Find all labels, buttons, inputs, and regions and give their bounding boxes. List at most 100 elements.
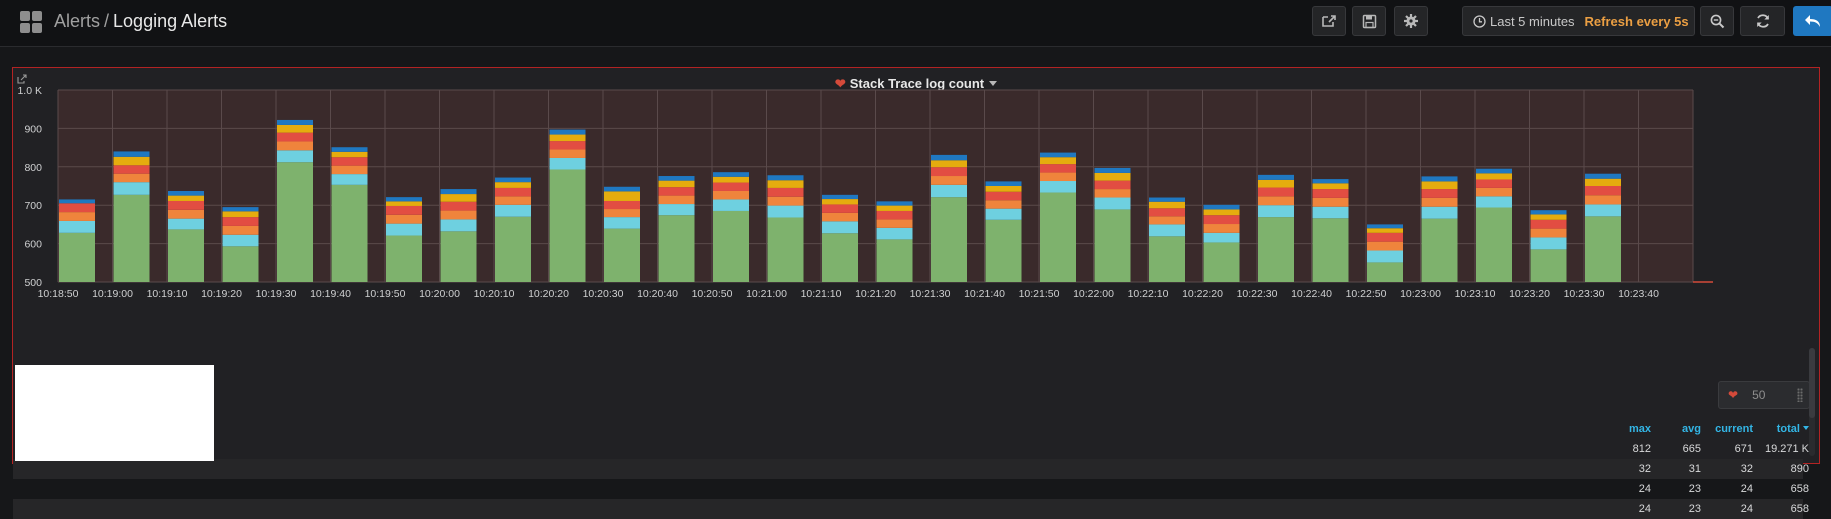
bar-segment bbox=[440, 219, 477, 232]
bar-segment bbox=[1149, 236, 1185, 282]
bar-segment bbox=[1530, 219, 1567, 229]
bar-segment bbox=[440, 189, 477, 195]
bar-segment bbox=[331, 147, 368, 152]
bar-segment bbox=[168, 229, 204, 282]
alert-threshold-handle[interactable]: ❤ 50 bbox=[1718, 381, 1810, 409]
x-tick-label: 10:23:30 bbox=[1564, 288, 1605, 300]
bar-segment bbox=[1312, 218, 1349, 282]
legend-header-total[interactable]: total bbox=[1753, 423, 1809, 437]
refresh-button[interactable] bbox=[1740, 6, 1785, 36]
bar-segment bbox=[495, 204, 531, 217]
x-tick-label: 10:19:20 bbox=[201, 288, 242, 300]
breadcrumb-folder[interactable]: Alerts bbox=[54, 11, 100, 31]
bar-segment bbox=[1149, 216, 1185, 225]
breadcrumb-separator: / bbox=[104, 11, 110, 31]
bar-segment bbox=[1040, 152, 1076, 158]
bar-segment bbox=[876, 239, 913, 282]
legend-current: 24 bbox=[1740, 503, 1753, 515]
legend-row[interactable]: 24 23 24 658 bbox=[13, 499, 1809, 519]
share-button[interactable] bbox=[1312, 6, 1346, 36]
bar-segment bbox=[1203, 215, 1240, 225]
bar-segment bbox=[1149, 208, 1185, 217]
bar-segment bbox=[1585, 204, 1621, 217]
bar-segment bbox=[767, 187, 804, 197]
bar-segment bbox=[1476, 196, 1512, 208]
legend-series-names-redacted bbox=[15, 365, 214, 461]
bar-segment bbox=[495, 177, 531, 183]
legend-avg: 665 bbox=[1682, 443, 1701, 455]
alert-heart-icon: ❤ bbox=[1728, 388, 1739, 402]
zoom-out-button[interactable] bbox=[1700, 6, 1734, 36]
bar-segment bbox=[985, 219, 1022, 282]
bar-segment bbox=[985, 200, 1022, 209]
bar-segment bbox=[1149, 224, 1185, 237]
save-icon bbox=[1362, 14, 1376, 28]
bar-segment bbox=[1367, 232, 1403, 242]
bar-segment bbox=[876, 219, 913, 228]
bar-segment bbox=[1094, 167, 1131, 173]
bar-segment bbox=[168, 200, 204, 210]
bar-segment bbox=[59, 212, 95, 221]
bar-segment bbox=[658, 187, 695, 196]
time-picker-button[interactable]: Last 5 minutes Refresh every 5s bbox=[1462, 6, 1695, 36]
legend-total: 658 bbox=[1790, 503, 1809, 515]
bar-segment bbox=[277, 150, 313, 163]
bar-segment bbox=[113, 156, 150, 166]
bar-segment bbox=[1585, 186, 1621, 196]
bar-segment bbox=[931, 176, 967, 185]
bar-segment bbox=[1367, 262, 1403, 282]
dashboard-menu-icon[interactable] bbox=[20, 11, 42, 33]
save-button[interactable] bbox=[1352, 6, 1386, 36]
bar-segment bbox=[549, 129, 586, 135]
legend-row[interactable]: 24 23 24 658 bbox=[13, 479, 1809, 499]
bar-segment bbox=[931, 167, 967, 177]
legend-avg: 23 bbox=[1688, 503, 1701, 515]
y-tick-label: 600 bbox=[24, 239, 42, 251]
bar-segment bbox=[1367, 228, 1403, 233]
time-range-label: Last 5 minutes bbox=[1490, 13, 1575, 29]
legend-avg: 31 bbox=[1688, 463, 1701, 475]
legend-header-current[interactable]: current bbox=[1703, 423, 1753, 437]
bar-segment bbox=[331, 151, 368, 158]
bar-segment bbox=[1421, 181, 1458, 190]
bar-segment bbox=[1476, 168, 1512, 174]
bar-segment bbox=[876, 210, 913, 220]
bar-segment bbox=[549, 134, 586, 142]
settings-button[interactable] bbox=[1394, 6, 1428, 36]
bar-segment bbox=[931, 197, 967, 282]
bar-segment bbox=[495, 216, 531, 282]
bar-segment bbox=[168, 195, 204, 201]
refresh-interval-label: Refresh every 5s bbox=[1584, 13, 1689, 29]
bar-segment bbox=[822, 199, 858, 205]
dashboard-title[interactable]: Logging Alerts bbox=[113, 11, 227, 31]
legend-total: 658 bbox=[1790, 483, 1809, 495]
bar-segment bbox=[985, 186, 1022, 192]
bar-segment bbox=[113, 173, 150, 183]
bar-segment bbox=[1149, 201, 1185, 209]
x-tick-label: 10:23:10 bbox=[1455, 288, 1496, 300]
bar-segment bbox=[331, 174, 368, 185]
bar-segment bbox=[549, 149, 586, 158]
bar-segment bbox=[168, 218, 204, 230]
bar-segment bbox=[1040, 157, 1076, 165]
x-tick-label: 10:21:00 bbox=[746, 288, 787, 300]
legend-header-max[interactable]: max bbox=[1603, 423, 1651, 437]
bar-segment bbox=[1367, 241, 1403, 251]
bar-segment bbox=[604, 228, 640, 282]
legend-max: 32 bbox=[1638, 463, 1651, 475]
legend-row[interactable]: 32 31 32 890 bbox=[13, 459, 1809, 479]
back-to-dashboard-button[interactable] bbox=[1793, 6, 1831, 36]
bar-segment bbox=[1094, 197, 1131, 210]
legend-row[interactable]: 812 665 671 19.271 K bbox=[13, 439, 1809, 459]
bar-segment bbox=[1530, 214, 1567, 220]
x-tick-label: 10:20:00 bbox=[419, 288, 460, 300]
bar-segment bbox=[713, 210, 749, 282]
threshold-value: 50 bbox=[1752, 388, 1766, 402]
legend-header-avg[interactable]: avg bbox=[1653, 423, 1701, 437]
legend-current: 671 bbox=[1734, 443, 1753, 455]
graph-panel: ❤ Stack Trace log count 500 600 700 800 900 1.… bbox=[12, 67, 1820, 519]
legend-scrollbar[interactable] bbox=[1809, 348, 1815, 456]
bar-segment bbox=[1094, 209, 1131, 282]
legend-scrollbar-thumb[interactable] bbox=[1809, 348, 1815, 418]
bar-segment bbox=[713, 182, 749, 191]
